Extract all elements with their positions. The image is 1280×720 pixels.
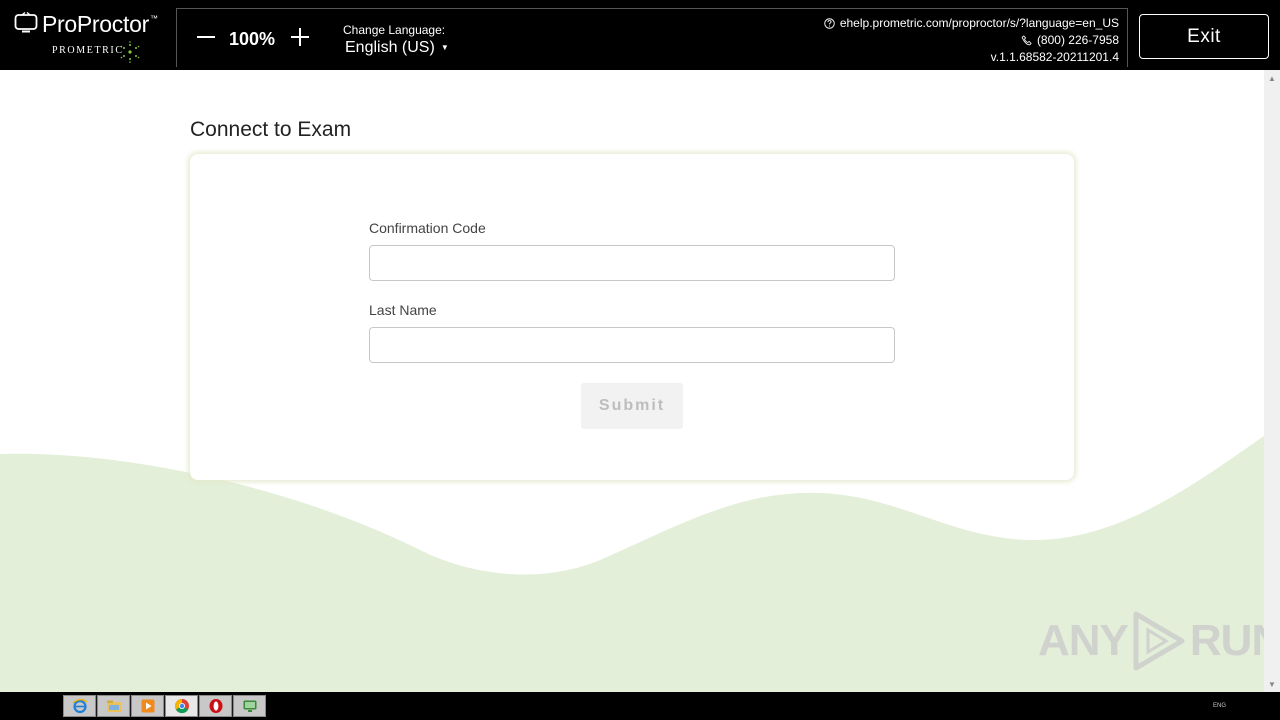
- system-tray-language[interactable]: ENG: [1213, 703, 1226, 709]
- zoom-in-button[interactable]: [289, 26, 311, 48]
- trademark-mark: ™: [149, 14, 158, 23]
- last-name-label: Last Name: [369, 302, 437, 318]
- connect-form-card: Confirmation Code Last Name Submit: [190, 154, 1074, 480]
- anyrun-watermark: ANY RUN: [1038, 608, 1264, 674]
- proproctor-app-icon[interactable]: [233, 695, 266, 717]
- windows-taskbar: ENG: [0, 692, 1280, 720]
- scroll-up-arrow-icon[interactable]: ▲: [1264, 70, 1280, 86]
- brand-name: ProProctor: [42, 11, 149, 37]
- file-explorer-icon[interactable]: [97, 695, 130, 717]
- submit-button[interactable]: Submit: [581, 383, 683, 429]
- chrome-icon[interactable]: [165, 695, 198, 717]
- prometric-star-icon: [120, 41, 140, 63]
- version-text: v.1.1.68582-20211201.4: [990, 50, 1119, 64]
- taskbar-pinned-apps: [63, 695, 266, 717]
- phone-number: (800) 226-7958: [1036, 33, 1119, 47]
- support-info: ehelp.prometric.com/proproctor/s/?langua…: [824, 15, 1119, 66]
- scroll-down-arrow-icon[interactable]: ▼: [1264, 676, 1280, 692]
- media-player-icon[interactable]: [131, 695, 164, 717]
- chevron-down-icon: ▼: [440, 43, 449, 53]
- help-link[interactable]: ehelp.prometric.com/proproctor/s/?langua…: [840, 15, 1119, 32]
- confirmation-code-input[interactable]: [369, 245, 895, 281]
- app-header: ProProctor™ PROMETRIC 100% Change Langua…: [0, 0, 1280, 70]
- zoom-level-display: 100%: [229, 29, 276, 49]
- proproctor-logo: ProProctor™ PROMETRIC: [12, 10, 172, 66]
- help-circle-icon: [824, 18, 835, 29]
- zoom-out-button[interactable]: [195, 26, 217, 48]
- page-title: Connect to Exam: [190, 118, 352, 141]
- opera-icon[interactable]: [199, 695, 232, 717]
- language-dropdown[interactable]: English (US) ▼: [345, 39, 449, 57]
- prometric-wordmark: PROMETRIC: [52, 45, 124, 56]
- watermark-right-text: RUN: [1189, 616, 1264, 665]
- ie-icon[interactable]: [63, 695, 96, 717]
- header-toolbar: 100% Change Language: English (US) ▼ ehel…: [176, 8, 1128, 67]
- phone-icon: [1021, 35, 1032, 46]
- main-content: Connect to Exam Confirmation Code Last N…: [0, 70, 1264, 692]
- watermark-left-text: ANY: [1038, 616, 1129, 665]
- change-language-label: Change Language:: [343, 23, 446, 37]
- vertical-scrollbar[interactable]: ▲ ▼: [1264, 70, 1280, 692]
- last-name-input[interactable]: [369, 327, 895, 363]
- confirmation-code-label: Confirmation Code: [369, 220, 486, 236]
- play-triangle-icon: [1133, 611, 1185, 671]
- exit-button[interactable]: Exit: [1139, 14, 1269, 59]
- language-value: English (US): [345, 39, 435, 56]
- monitor-icon: [14, 12, 38, 33]
